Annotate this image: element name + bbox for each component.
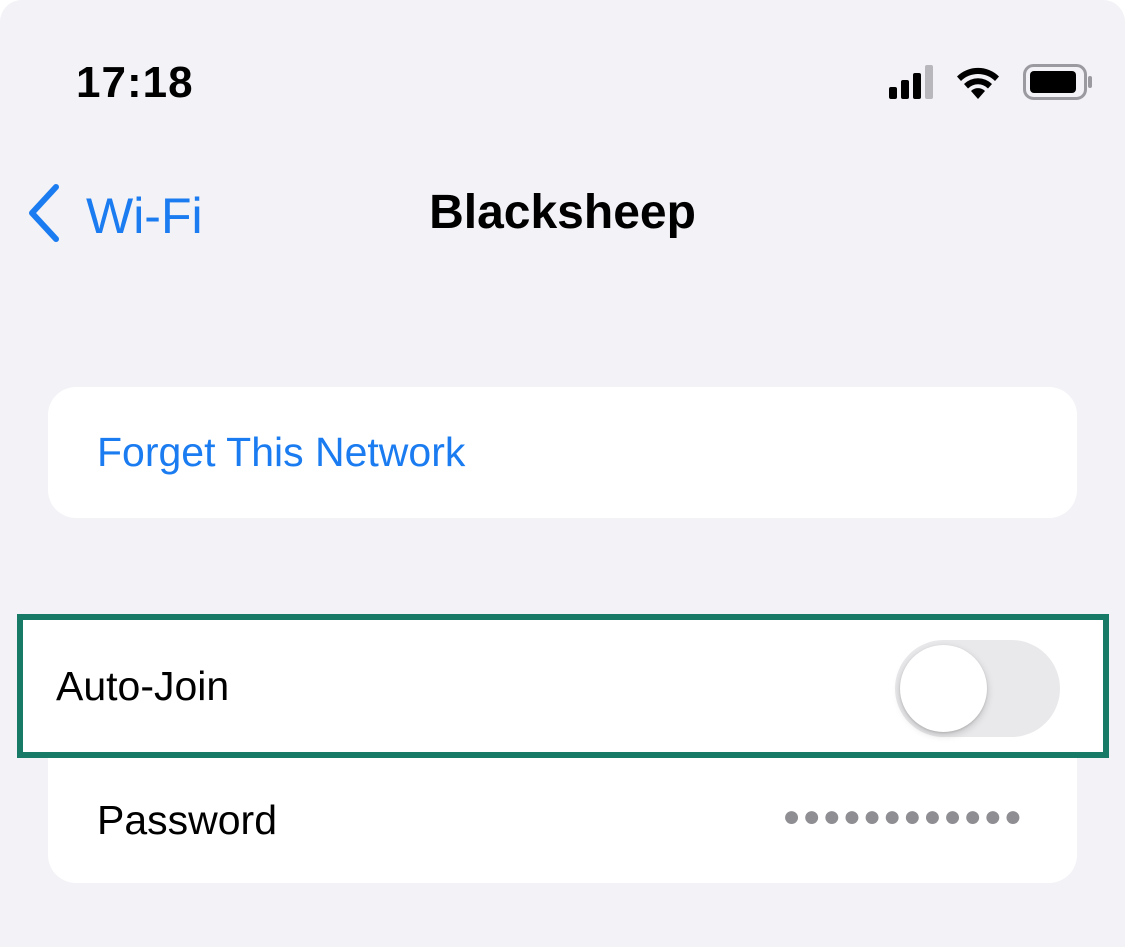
wifi-icon [955, 65, 1001, 104]
toggle-knob [900, 645, 987, 732]
settings-screen: 17:18 Wi-Fi Blacksheep Forget This Netwo… [0, 0, 1125, 947]
auto-join-label: Auto-Join [56, 663, 230, 709]
cellular-signal-icon [889, 65, 933, 104]
password-value[interactable]: ●●●●●●●●●●●● [783, 800, 1024, 834]
status-icons [889, 64, 1093, 105]
password-label: Password [97, 797, 278, 843]
forget-network-group: Forget This Network [48, 387, 1077, 518]
forget-network-button[interactable]: Forget This Network [97, 429, 465, 476]
battery-icon [1023, 64, 1093, 105]
page-title: Blacksheep [429, 186, 696, 239]
status-time: 17:18 [76, 58, 194, 107]
auto-join-toggle[interactable] [895, 640, 1060, 737]
